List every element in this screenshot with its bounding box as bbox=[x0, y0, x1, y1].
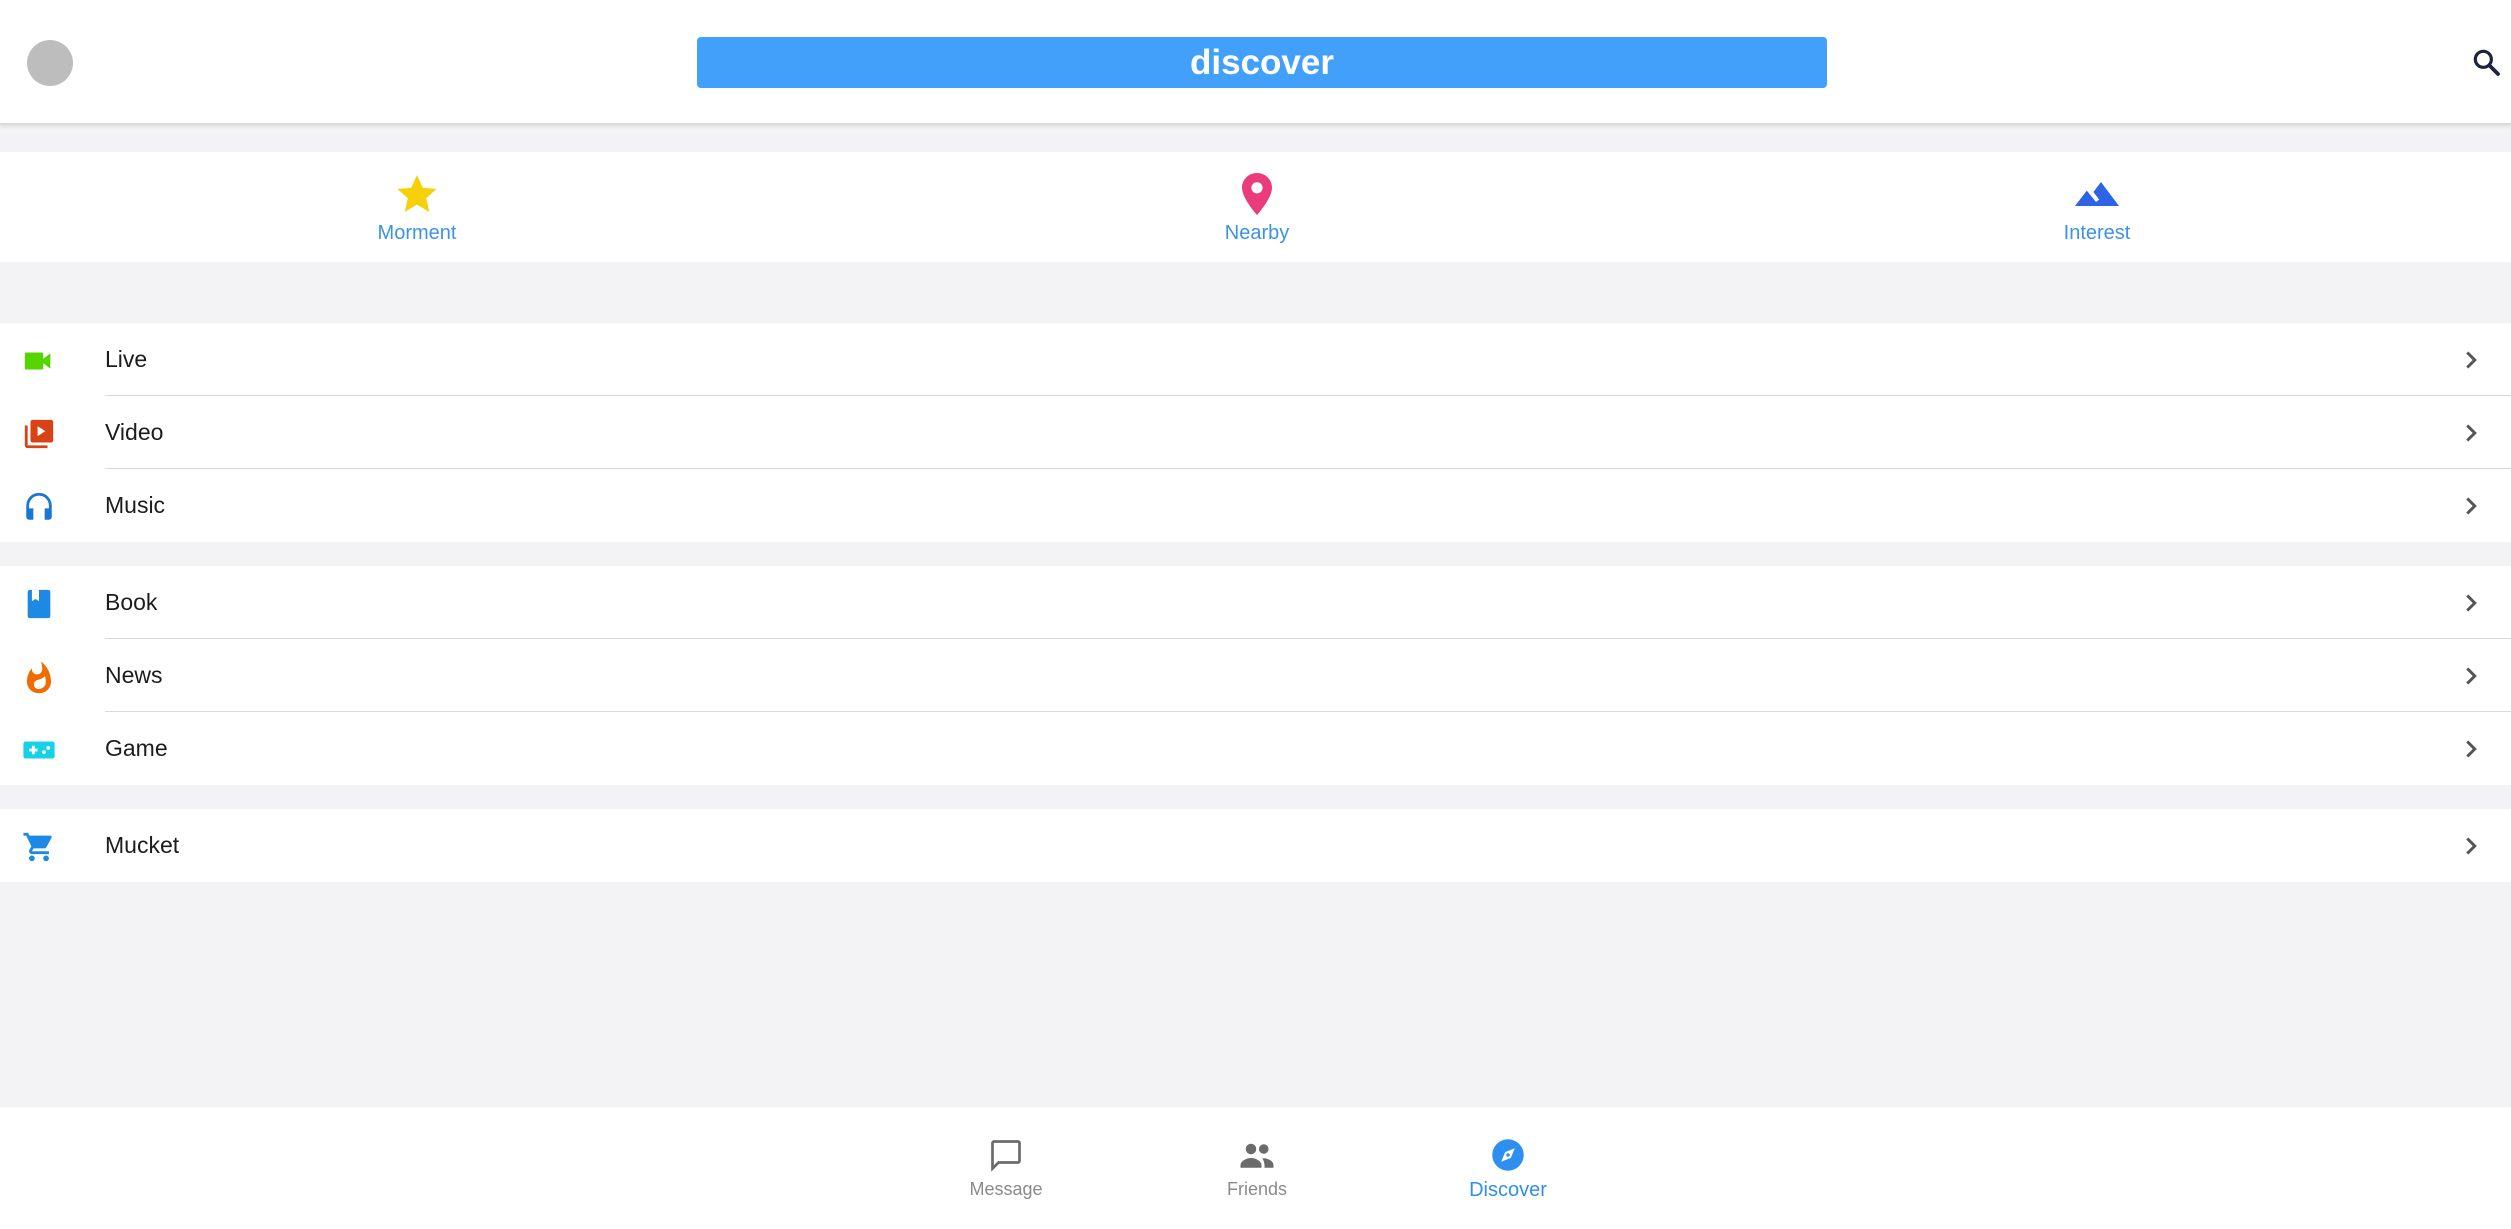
list-item-label: Game bbox=[105, 735, 168, 761]
gamepad-icon bbox=[23, 741, 55, 759]
page-title: discover bbox=[697, 37, 1827, 88]
quick-actions: Morment Nearby Interest bbox=[0, 152, 2511, 262]
list-item-label: Mucket bbox=[105, 832, 180, 858]
chevron-right-icon bbox=[2466, 594, 2477, 612]
list-item-label: News bbox=[105, 662, 163, 688]
cart-icon bbox=[23, 832, 52, 862]
chevron-right-icon bbox=[2466, 497, 2477, 515]
videocam-icon bbox=[24, 352, 51, 370]
list-item-label: Video bbox=[105, 419, 164, 445]
fire-icon bbox=[26, 661, 52, 694]
list-item-mucket[interactable]: Mucket bbox=[0, 809, 2511, 882]
nav-item-label: Friends bbox=[1226, 1179, 1288, 1199]
avatar[interactable] bbox=[27, 40, 73, 86]
headphones-icon bbox=[26, 492, 52, 520]
nav-item-friends[interactable]: Friends bbox=[1187, 1107, 1327, 1229]
quick-item-morment[interactable]: Morment bbox=[317, 170, 517, 250]
quick-item-label: Morment bbox=[377, 222, 457, 244]
quick-item-label: Nearby bbox=[1224, 222, 1290, 244]
list-item-live[interactable]: Live bbox=[0, 323, 2511, 396]
book-icon bbox=[27, 589, 51, 619]
nav-item-discover[interactable]: Discover bbox=[1438, 1107, 1578, 1229]
list-item-label: Book bbox=[105, 589, 158, 615]
people-icon bbox=[1240, 1143, 1274, 1168]
nav-item-label: Message bbox=[969, 1179, 1043, 1199]
quick-item-nearby[interactable]: Nearby bbox=[1157, 170, 1357, 250]
mountain-icon bbox=[2075, 182, 2119, 206]
star-icon bbox=[397, 175, 437, 212]
chevron-right-icon bbox=[2466, 424, 2477, 442]
list-item-video[interactable]: Video bbox=[0, 396, 2511, 469]
list-item-news[interactable]: News bbox=[0, 639, 2511, 712]
menu-group-content: Book News Game bbox=[0, 566, 2511, 785]
chat-icon bbox=[991, 1140, 1021, 1172]
list-item-label: Live bbox=[105, 346, 148, 372]
compass-icon bbox=[1492, 1139, 1524, 1171]
quick-item-label: Interest bbox=[2063, 222, 2131, 244]
list-item-game[interactable]: Game bbox=[0, 712, 2511, 785]
search-icon[interactable] bbox=[2470, 46, 2502, 78]
list-item-music[interactable]: Music bbox=[0, 469, 2511, 542]
menu-group-media: Live Video Music bbox=[0, 323, 2511, 542]
menu-group-shop: Mucket bbox=[0, 809, 2511, 882]
nav-item-message[interactable]: Message bbox=[936, 1107, 1076, 1229]
chevron-right-icon bbox=[2466, 351, 2477, 369]
chevron-right-icon bbox=[2466, 667, 2477, 685]
chevron-right-icon bbox=[2466, 740, 2477, 758]
nav-item-label: Discover bbox=[1469, 1179, 1547, 1201]
video-library-icon bbox=[24, 419, 54, 449]
app-header: discover bbox=[0, 0, 2511, 125]
list-item-book[interactable]: Book bbox=[0, 566, 2511, 639]
quick-item-interest[interactable]: Interest bbox=[1997, 170, 2197, 250]
chevron-right-icon bbox=[2466, 837, 2477, 855]
bottom-navigation: Message Friends Discover bbox=[0, 1107, 2511, 1229]
list-item-label: Music bbox=[105, 492, 166, 518]
location-pin-icon bbox=[1242, 173, 1272, 215]
